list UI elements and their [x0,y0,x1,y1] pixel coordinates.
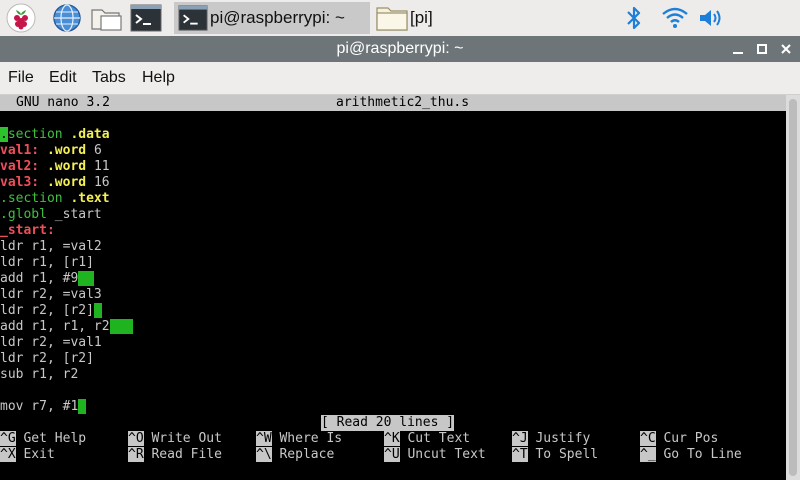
editor-line[interactable]: val1: .word 6 [0,143,102,159]
editor-line[interactable]: sub r1, r2 [0,367,78,383]
terminal-scrollbar[interactable] [786,95,800,480]
shortcut-label: Justify [527,431,591,446]
editor-line[interactable]: .section .data [0,127,110,143]
shortcut-read-file: ^R Read File [128,447,222,463]
shortcut-label: Get Help [15,431,87,446]
nano-status-message: [ Read 20 lines ] [321,415,455,431]
close-icon[interactable] [778,41,794,57]
shortcut-key: ^G [0,431,16,446]
nano-version: GNU nano 3.2 [16,95,110,110]
trailing-whitespace-marker [78,399,87,414]
bluetooth-icon[interactable] [624,5,644,36]
shortcut-label: Write Out [143,431,222,446]
shortcut-label: Uncut Text [399,447,486,462]
shortcut-label: Go To Line [655,447,742,462]
editor-line[interactable]: ldr r2, [r2] [0,351,94,367]
window-title-bar[interactable]: pi@raspberrypi: ~ [0,36,800,62]
shortcut-key: ^T [512,447,528,462]
shortcut-replace: ^\ Replace [256,447,334,463]
scrollbar-thumb[interactable] [789,99,797,476]
taskbar-item-label: pi@raspberrypi: ~ [210,8,345,27]
menu-file[interactable]: File [8,69,34,87]
shortcut-label: Replace [271,447,335,462]
shortcut-uncut-text: ^U Uncut Text [384,447,486,463]
volume-icon[interactable] [698,5,726,36]
taskbar-item-label: [pi] [410,8,433,27]
shortcut-cur-pos: ^C Cur Pos [640,431,718,447]
editor-line[interactable]: .globl _start [0,207,102,223]
shortcut-key: ^\ [256,447,272,462]
menu-help[interactable]: Help [142,69,175,87]
shortcut-justify: ^J Justify [512,431,590,447]
window-title: pi@raspberrypi: ~ [336,40,464,57]
shortcut-exit: ^X Exit [0,447,55,463]
raspberry-menu-icon[interactable] [6,3,36,33]
wifi-icon[interactable] [661,5,689,36]
shortcut-label: Cut Text [399,431,471,446]
minimize-icon[interactable] [730,41,746,57]
shortcut-key: ^X [0,447,16,462]
trailing-whitespace-marker [93,303,102,318]
terminal-icon [178,3,208,38]
shortcut-to-spell: ^T To Spell [512,447,598,463]
editor-line[interactable]: add r1, r1, r2 [0,319,134,335]
menu-tabs[interactable]: Tabs [92,69,126,87]
maximize-icon[interactable] [754,41,770,57]
trailing-whitespace-marker [78,271,94,286]
editor-line[interactable]: ldr r2, =val1 [0,335,102,351]
shortcut-where-is: ^W Where Is [256,431,342,447]
taskbar-item-file-manager[interactable]: [pi] [374,2,594,34]
menu-bar: File Edit Tabs Help [0,62,800,95]
terminal-launcher-icon[interactable] [130,3,162,33]
folder-icon [376,4,408,37]
menu-edit[interactable]: Edit [49,69,77,87]
shortcut-label: Read File [143,447,222,462]
editor-line[interactable]: .section .text [0,191,110,207]
nano-filename: arithmetic2_thu.s [336,95,470,110]
editor-line[interactable]: _start: [0,223,55,239]
editor-line[interactable]: val3: .word 16 [0,175,110,191]
shortcut-key: ^R [128,447,144,462]
shortcut-cut-text: ^K Cut Text [384,431,470,447]
shortcut-label: Where Is [271,431,343,446]
shortcut-key: ^K [384,431,400,446]
shortcut-key: ^J [512,431,528,446]
taskbar-item-terminal[interactable]: pi@raspberrypi: ~ [174,2,370,34]
shortcut-label: Exit [15,447,55,462]
editor-line[interactable]: add r1, #9 [0,271,94,287]
editor-line[interactable]: ldr r2, [r2] [0,303,102,319]
shortcut-label: Cur Pos [655,431,719,446]
shortcut-key: ^_ [640,447,656,462]
editor-line[interactable]: val2: .word 11 [0,159,110,175]
taskbar-panel: pi@raspberrypi: ~ [pi] [0,0,800,36]
nano-header: GNU nano 3.2 arithmetic2_thu.s [0,95,786,111]
trailing-whitespace-marker [109,319,134,334]
shortcut-go-to-line: ^_ Go To Line [640,447,742,463]
editor-line[interactable]: ldr r1, [r1] [0,255,94,271]
shortcut-write-out: ^O Write Out [128,431,222,447]
editor-line[interactable]: ldr r2, =val3 [0,287,102,303]
shortcut-key: ^W [256,431,272,446]
editor-line[interactable]: ldr r1, =val2 [0,239,102,255]
shortcut-key: ^U [384,447,400,462]
shortcut-label: To Spell [527,447,599,462]
shortcut-get-help: ^G Get Help [0,431,86,447]
terminal-area[interactable]: GNU nano 3.2 arithmetic2_thu.s .section … [0,95,786,480]
file-manager-icon[interactable] [90,3,122,33]
editor-line[interactable]: mov r7, #1 [0,399,87,415]
shortcut-key: ^O [128,431,144,446]
web-browser-globe-icon[interactable] [52,3,82,33]
shortcut-key: ^C [640,431,656,446]
